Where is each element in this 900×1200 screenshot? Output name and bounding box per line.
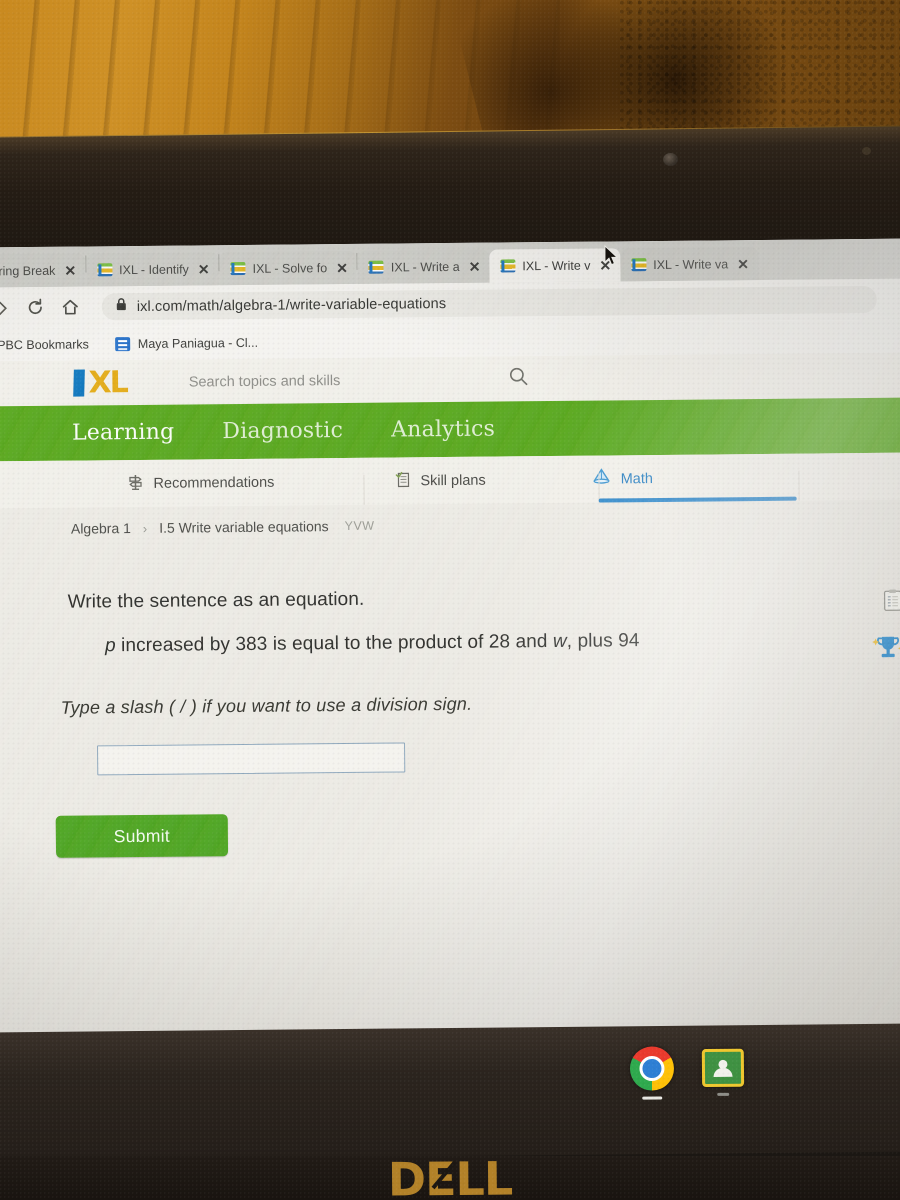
pyramid-icon	[592, 467, 612, 490]
clipboard-icon[interactable]	[882, 589, 900, 618]
webcam-icon	[663, 153, 678, 166]
ixl-logo[interactable]: XL	[73, 364, 127, 400]
bookmark-maya-paniagua[interactable]: Maya Paniagua - Cl...	[114, 335, 259, 351]
search-input[interactable]: Search topics and skills	[189, 373, 341, 390]
address-bar[interactable]: ixl.com/math/algebra-1/write-variable-eq…	[101, 285, 877, 321]
running-indicator	[642, 1095, 663, 1100]
ixl-subtab-bar: Recommendations Skill plans Math	[0, 452, 900, 509]
forward-icon[interactable]	[0, 300, 10, 316]
subtab-label: Recommendations	[153, 474, 275, 492]
home-icon[interactable]	[61, 298, 80, 317]
question-area: Write the sentence as an equation. p inc…	[0, 541, 900, 859]
tab-close-icon[interactable]: ✕	[737, 256, 749, 272]
breadcrumb-skill: I.5 Write variable equations	[159, 518, 329, 536]
ixl-favicon-icon	[97, 263, 113, 277]
ixl-logo-bar	[73, 369, 85, 397]
tab-close-icon[interactable]: ✕	[198, 261, 210, 277]
browser-tab[interactable]: IXL - Solve fo ✕	[219, 250, 358, 286]
tab-title: IXL - Write a	[390, 259, 460, 275]
chromeos-shelf	[629, 1039, 791, 1105]
browser-tab[interactable]: IXL - Write va ✕	[620, 247, 759, 282]
nav-item-analytics[interactable]: Analytics	[391, 417, 495, 443]
subtab-math[interactable]: Math	[592, 467, 653, 491]
tab-title: IXL - Write v	[522, 258, 591, 273]
lock-icon	[116, 297, 127, 316]
dell-brand-logo: DELL	[387, 1151, 513, 1200]
url-text: ixl.com/math/algebra-1/write-variable-eq…	[136, 295, 447, 315]
signpost-icon	[126, 472, 144, 494]
laptop-photo: pring Break ✕ IXL - Identify ✕ IXL - Sol…	[0, 0, 900, 1200]
answer-input[interactable]	[97, 742, 406, 776]
ixl-favicon-icon	[500, 259, 516, 273]
subtab-label: Math	[620, 470, 653, 487]
shelf-item-classroom[interactable]	[701, 1048, 745, 1096]
doc-icon	[114, 336, 130, 351]
sentence-part: , plus 94	[566, 630, 640, 652]
shelf-item-chrome[interactable]	[629, 1045, 675, 1100]
tab-title: pring Break	[0, 263, 56, 278]
mouse-cursor-icon	[604, 244, 619, 272]
ixl-logo-text: XL	[88, 364, 127, 400]
nav-item-learning[interactable]: Learning	[72, 420, 175, 446]
nav-item-diagnostic[interactable]: Diagnostic	[222, 418, 343, 444]
subtab-divider	[798, 470, 800, 501]
sentence-part: increased by 383 is equal to the product…	[115, 631, 554, 657]
bezel-speck	[862, 147, 871, 155]
subtab-label: Skill plans	[420, 472, 486, 489]
submit-button[interactable]: Submit	[55, 814, 229, 858]
ixl-favicon-icon	[230, 261, 246, 276]
breadcrumb-subject[interactable]: Algebra 1	[71, 520, 131, 537]
ixl-page: XL Search topics and skills Learning Dia…	[0, 352, 900, 1038]
chevron-right-icon: ›	[142, 520, 148, 536]
browser-tab-active[interactable]: IXL - Write v ✕	[489, 248, 621, 283]
bookmark-folder-pbc[interactable]: PBC Bookmarks	[0, 337, 89, 352]
skill-code: YVW	[344, 518, 375, 534]
subtab-recommendations[interactable]: Recommendations	[126, 471, 274, 494]
subtab-skill-plans[interactable]: Skill plans	[394, 469, 486, 492]
google-classroom-icon[interactable]	[701, 1048, 745, 1087]
bookmark-label: Maya Paniagua - Cl...	[137, 335, 259, 351]
subtab-divider	[363, 474, 365, 505]
question-hint: Type a slash ( / ) if you want to use a …	[60, 693, 473, 718]
ixl-favicon-icon	[368, 260, 384, 274]
chrome-icon[interactable]	[629, 1045, 675, 1091]
question-prompt: Write the sentence as an equation.	[67, 588, 365, 613]
laptop-screen: pring Break ✕ IXL - Identify ✕ IXL - Sol…	[0, 238, 900, 1038]
tab-title: IXL - Solve fo	[252, 260, 328, 276]
tab-title: IXL - Identify	[119, 261, 189, 277]
ixl-favicon-icon	[631, 258, 647, 272]
submit-row: Submit	[0, 808, 900, 859]
tab-close-icon[interactable]: ✕	[469, 258, 481, 274]
ixl-main-nav: Learning Diagnostic Analytics	[0, 397, 900, 462]
browser-tab[interactable]: IXL - Write a ✕	[357, 249, 490, 284]
variable-w: w	[552, 630, 567, 653]
answer-row	[0, 738, 900, 777]
search-bar[interactable]: Search topics and skills	[189, 366, 529, 394]
tab-close-icon[interactable]: ✕	[336, 259, 348, 275]
tab-title: IXL - Write va	[653, 256, 729, 272]
tab-close-icon[interactable]: ✕	[64, 262, 76, 278]
variable-p: p	[104, 635, 116, 657]
checklist-icon	[394, 470, 411, 492]
bookmark-label: PBC Bookmarks	[0, 336, 89, 352]
browser-tab[interactable]: pring Break ✕	[0, 253, 86, 288]
browser-tab[interactable]: IXL - Identify ✕	[85, 252, 219, 287]
reload-icon[interactable]	[26, 298, 45, 317]
running-indicator	[717, 1092, 730, 1096]
search-icon[interactable]	[509, 366, 529, 391]
trophy-icon[interactable]	[872, 634, 900, 669]
question-sentence: p increased by 383 is equal to the produ…	[0, 628, 900, 659]
